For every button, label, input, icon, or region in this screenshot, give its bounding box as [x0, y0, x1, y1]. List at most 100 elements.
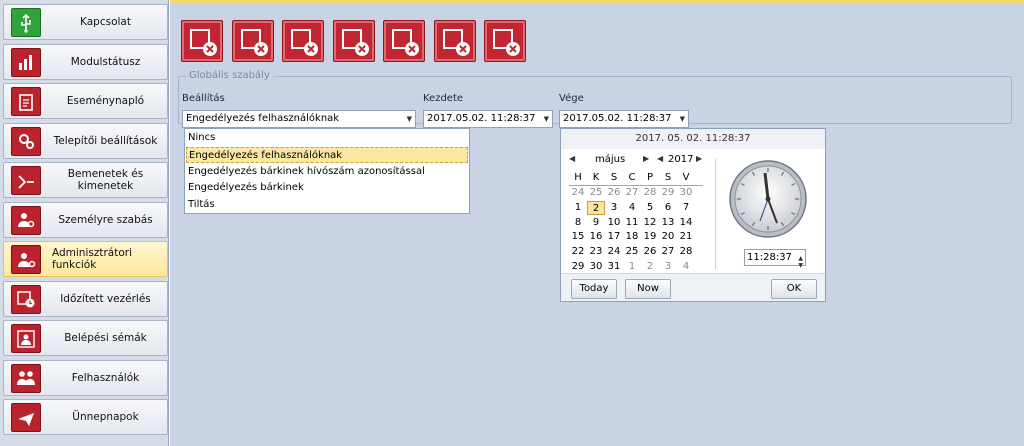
- calendar-day[interactable]: 26: [641, 245, 659, 259]
- calendar-day[interactable]: 13: [659, 216, 677, 230]
- dropdown-option[interactable]: Nincs: [186, 130, 468, 146]
- calendar-day[interactable]: 25: [623, 245, 641, 259]
- calendar-day[interactable]: 5: [641, 201, 659, 215]
- setting-select-value: Engedélyezés felhasználóknak: [186, 113, 340, 124]
- prev-month-icon[interactable]: ◀: [569, 154, 575, 163]
- setting-select[interactable]: Engedélyezés felhasználóknak ▼: [182, 110, 416, 128]
- sidebar-item-calendar-clock[interactable]: Időzített vezérlés: [3, 280, 168, 317]
- chevron-down-icon[interactable]: ▼: [680, 111, 685, 127]
- sidebar-item-holiday-plane[interactable]: Ünnepnapok: [3, 399, 168, 435]
- calendar-day[interactable]: 20: [659, 230, 677, 244]
- sidebar-item-label: Bemenetek és kimenetek: [67, 168, 144, 192]
- calendar-day[interactable]: 6: [659, 201, 677, 215]
- calendar-popup: 2017. 05. 02. 11:28:37 ◀ május ▶ ◀ 2017 …: [560, 128, 826, 302]
- calendar-day[interactable]: 17: [605, 230, 623, 244]
- download-settings-button[interactable]: [181, 20, 223, 62]
- weekday-header: H: [574, 172, 582, 183]
- global-rule-title: Globális szabály: [186, 70, 273, 81]
- calendar-day[interactable]: 30: [677, 186, 695, 200]
- calendar-day[interactable]: 2: [587, 200, 605, 215]
- upload-settings-button[interactable]: [231, 20, 274, 62]
- calendar-day[interactable]: 12: [641, 216, 659, 230]
- calendar-day[interactable]: 24: [605, 245, 623, 259]
- calendar-day[interactable]: 19: [641, 230, 659, 244]
- start-date-picker[interactable]: 2017.05.02. 11:28:37 ▼: [423, 110, 553, 128]
- clear-output-button[interactable]: [332, 20, 375, 62]
- gears-icon: [11, 126, 41, 156]
- calendar-day[interactable]: 22: [569, 245, 587, 259]
- clear-timer-button[interactable]: [282, 20, 324, 62]
- end-label: Vége: [559, 93, 584, 104]
- weekday-header: P: [646, 172, 654, 183]
- dropdown-option[interactable]: Engedélyezés bárkinek hívószám azonosítá…: [186, 164, 468, 180]
- clear-users-icon: [392, 29, 419, 56]
- dropdown-option[interactable]: Engedélyezés felhasználóknak: [186, 146, 468, 163]
- calendar-month[interactable]: május: [595, 154, 625, 167]
- calendar-day[interactable]: 21: [677, 230, 695, 244]
- calendar-day[interactable]: 11: [623, 216, 641, 230]
- sidebar-item-label: Eseménynapló: [66, 95, 145, 107]
- calendar-day[interactable]: 3: [659, 260, 677, 274]
- dropdown-option[interactable]: Tiltás: [186, 197, 468, 213]
- usb-icon: [11, 8, 41, 37]
- setting-dropdown-list: Nincs Engedélyezés felhasználóknak Engedél…: [184, 128, 470, 214]
- calendar-day[interactable]: 4: [623, 201, 641, 215]
- calendar-day[interactable]: 16: [587, 230, 605, 244]
- clear-users-button[interactable]: [383, 20, 425, 62]
- end-date-value: 2017.05.02. 11:28:37: [563, 113, 672, 124]
- calendar-day[interactable]: 9: [587, 216, 605, 230]
- next-year-icon[interactable]: ▶: [696, 154, 702, 163]
- clear-signal-button[interactable]: [433, 20, 476, 62]
- sidebar-item-usb[interactable]: Kapcsolat: [3, 4, 168, 40]
- ok-button[interactable]: OK: [771, 279, 817, 299]
- calendar-day[interactable]: 30: [587, 260, 605, 274]
- chevron-down-icon[interactable]: ▼: [544, 111, 549, 127]
- calendar-day[interactable]: 4: [677, 260, 695, 274]
- calendar-day[interactable]: 24: [569, 186, 587, 200]
- next-month-icon[interactable]: ▶: [643, 154, 649, 163]
- spin-down-icon[interactable]: ▼: [798, 258, 803, 273]
- sidebar-item-admin[interactable]: Adminisztrátori funkciók: [3, 241, 168, 277]
- calendar-day[interactable]: 26: [605, 186, 623, 200]
- calendar-day[interactable]: 31: [605, 260, 623, 274]
- now-button[interactable]: Now: [625, 279, 671, 299]
- upload-settings-icon: [240, 29, 268, 56]
- calendar-day[interactable]: 7: [677, 201, 695, 215]
- clear-timer-icon: [291, 29, 318, 56]
- sidebar-item-users[interactable]: Felhasználók: [3, 359, 168, 396]
- sidebar-item-gears[interactable]: Telepítői beállítások: [3, 122, 168, 159]
- calendar-day[interactable]: 27: [659, 245, 677, 259]
- calendar-day[interactable]: 27: [623, 186, 641, 200]
- calendar-year[interactable]: 2017: [668, 154, 693, 167]
- chevron-down-icon[interactable]: ▼: [407, 111, 412, 127]
- calendar-day[interactable]: 1: [569, 201, 587, 215]
- calendar-day[interactable]: 10: [605, 216, 623, 230]
- calendar-day[interactable]: 29: [569, 260, 587, 274]
- calendar-day[interactable]: 3: [605, 201, 623, 215]
- sidebar-item-bar-chart[interactable]: Modulstátusz: [3, 43, 168, 80]
- calendar-day[interactable]: 18: [623, 230, 641, 244]
- prev-year-icon[interactable]: ◀: [657, 154, 663, 163]
- clear-device-button[interactable]: [484, 20, 526, 62]
- sidebar-item-person-settings[interactable]: Személyre szabás: [3, 201, 168, 238]
- today-button[interactable]: Today: [571, 279, 617, 299]
- calendar-day[interactable]: 29: [659, 186, 677, 200]
- weekday-header: K: [592, 172, 600, 183]
- calendar-day[interactable]: 25: [587, 186, 605, 200]
- sidebar-item-io[interactable]: Bemenetek és kimenetek: [3, 162, 168, 198]
- calendar-day[interactable]: 8: [569, 216, 587, 230]
- calendar-day[interactable]: 2: [641, 260, 659, 274]
- clear-signal-icon: [442, 29, 470, 56]
- calendar-day[interactable]: 28: [677, 245, 695, 259]
- calendar-day[interactable]: 23: [587, 245, 605, 259]
- sidebar-item-clipboard[interactable]: Eseménynapló: [3, 83, 168, 119]
- weekday-header: S: [610, 172, 618, 183]
- time-input[interactable]: 11:28:37 ▲ ▼: [744, 249, 806, 269]
- sidebar-item-entry-schema[interactable]: Belépési sémák: [3, 320, 168, 356]
- calendar-day[interactable]: 15: [569, 230, 587, 244]
- calendar-day[interactable]: 1: [623, 260, 641, 274]
- calendar-day[interactable]: 14: [677, 216, 695, 230]
- dropdown-option[interactable]: Engedélyezés bárkinek: [186, 180, 468, 196]
- end-date-picker[interactable]: 2017.05.02. 11:28:37 ▼: [559, 110, 689, 128]
- calendar-day[interactable]: 28: [641, 186, 659, 200]
